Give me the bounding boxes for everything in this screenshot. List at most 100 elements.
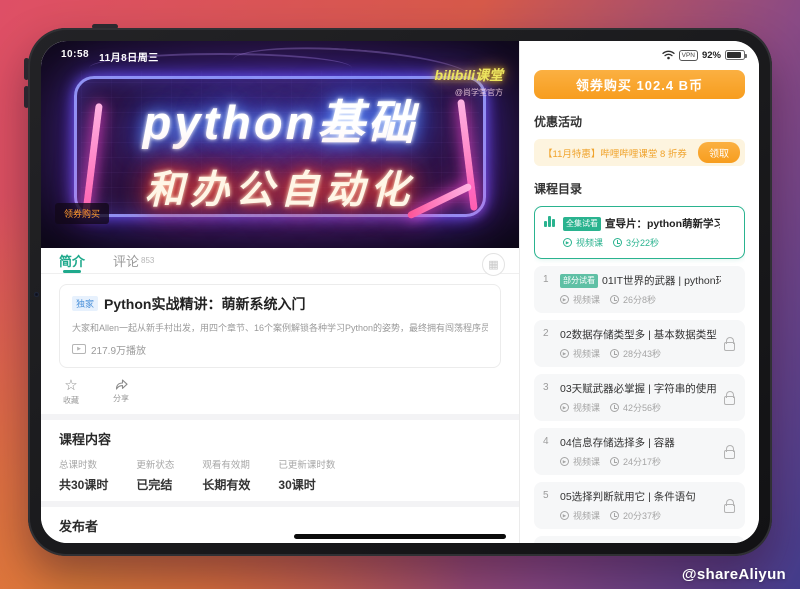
stat-total-lessons: 总课时数 共30课时 <box>59 457 108 493</box>
comments-count: 853 <box>141 256 154 265</box>
clock-icon <box>610 457 619 466</box>
lesson-index: 3 <box>543 381 554 414</box>
lesson-title: 03天赋武器必掌握 | 字符串的使用 <box>560 381 717 396</box>
buy-with-coupon-button[interactable]: 领券购买 102.4 B币 <box>534 70 745 99</box>
tablet-device: python基础 和办公自动化 10:58 11月8日周三 bilibili课堂… <box>28 28 772 556</box>
stat-value: 长期有效 <box>202 476 250 493</box>
stat-label: 总课时数 <box>59 457 108 471</box>
lesson-item[interactable]: 6 06重复工作必杀技 | 循环语句 ▶ 视频课 25分32秒 <box>534 536 745 543</box>
clock-icon <box>610 403 619 412</box>
stat-label: 观看有效期 <box>202 457 250 471</box>
lesson-main: 全集试看 宣导片：python萌新学习指南 ▶ 视频课 3分22秒 <box>563 216 720 249</box>
lock-icon <box>724 342 735 351</box>
lesson-item[interactable]: 3 03天赋武器必掌握 | 字符串的使用 ▶ 视频课 42分56秒 <box>534 374 745 421</box>
star-icon: ☆ <box>64 378 77 393</box>
lesson-item[interactable]: 1 部分试看 01IT世界的武器 | python环境搭建_第一个 ▶ 视频课 … <box>534 266 745 313</box>
bilibili-class-logo: bilibili课堂 @尚学堂官方 <box>435 65 503 98</box>
lesson-index: 5 <box>543 489 554 522</box>
stat-value: 已完结 <box>136 476 174 493</box>
lesson-meta: ▶ 视频课 3分22秒 <box>563 236 720 249</box>
battery-icon <box>725 50 745 60</box>
tab-comments-label: 评论 <box>113 251 139 270</box>
lesson-meta: ▶ 视频课 26分8秒 <box>560 293 721 306</box>
favorite-button[interactable]: ☆ 收藏 <box>63 378 79 406</box>
battery-percent: 92% <box>702 50 721 61</box>
stat-value: 共30课时 <box>59 476 108 493</box>
lesson-title: 05选择判断就用它 | 条件语句 <box>560 489 696 504</box>
video-player[interactable]: python基础 和办公自动化 10:58 11月8日周三 bilibili课堂… <box>41 41 519 248</box>
lesson-item[interactable]: 4 04信息存储选择多 | 容器 ▶ 视频课 24分17秒 <box>534 428 745 475</box>
lesson-item[interactable]: 5 05选择判断就用它 | 条件语句 ▶ 视频课 20分37秒 <box>534 482 745 529</box>
lesson-list: 全集试看 宣导片：python萌新学习指南 ▶ 视频课 3分22秒 1 部分试看… <box>534 206 745 543</box>
tab-intro-label: 简介 <box>59 251 85 270</box>
tablet-screen: python基础 和办公自动化 10:58 11月8日周三 bilibili课堂… <box>41 41 759 543</box>
wifi-icon <box>662 50 675 60</box>
status-bar-right: VPN 92% <box>534 48 745 62</box>
tab-comments[interactable]: 评论 853 <box>113 248 154 272</box>
lesson-index: 2 <box>543 327 554 360</box>
trial-badge: 部分试看 <box>560 274 598 288</box>
course-content-section: 课程内容 总课时数 共30课时 更新状态 已完结 观看有效期 长期有效 <box>41 420 519 501</box>
neon-title-line1: python基础 <box>143 84 418 153</box>
course-info-card: 独家 Python实战精讲：萌新系统入门 大家和Allen一起从新手村出发，用四… <box>59 284 501 368</box>
play-circle-icon: ▶ <box>560 349 569 358</box>
lesson-item[interactable]: 全集试看 宣导片：python萌新学习指南 ▶ 视频课 3分22秒 <box>534 206 745 259</box>
lesson-main: 04信息存储选择多 | 容器 ▶ 视频课 24分17秒 <box>560 435 721 468</box>
watermark: @shareAliyun <box>682 566 786 583</box>
lesson-main: 03天赋武器必掌握 | 字符串的使用 ▶ 视频课 42分56秒 <box>560 381 721 414</box>
lesson-duration: 42分56秒 <box>623 401 661 414</box>
claim-coupon-button[interactable]: 领取 <box>698 142 740 163</box>
lock-icon <box>724 504 735 513</box>
exclusive-badge: 独家 <box>72 296 98 311</box>
trial-badge: 全集试看 <box>563 217 601 231</box>
lesson-item[interactable]: 2 02数据存储类型多 | 基本数据类型 ▶ 视频课 28分43秒 <box>534 320 745 367</box>
share-label: 分享 <box>113 393 129 404</box>
main-column: python基础 和办公自动化 10:58 11月8日周三 bilibili课堂… <box>41 41 519 543</box>
status-date: 11月8日周三 <box>99 49 159 64</box>
play-count-row: ▶ 217.9万播放 <box>72 342 488 357</box>
lesson-main: 02数据存储类型多 | 基本数据类型 ▶ 视频课 28分43秒 <box>560 327 721 360</box>
front-camera <box>34 292 39 297</box>
home-indicator[interactable] <box>294 534 506 539</box>
lesson-type: 视频课 <box>573 401 600 414</box>
play-circle-icon: ▶ <box>560 457 569 466</box>
coupon-text: 【11月特惠】哔哩哔哩课堂 8 折券 <box>543 146 692 160</box>
clock-icon <box>610 295 619 304</box>
tab-intro[interactable]: 简介 <box>59 248 85 272</box>
logo-text: bilibili课堂 <box>435 65 503 85</box>
lesson-title: 02数据存储类型多 | 基本数据类型 <box>560 327 717 342</box>
course-stats: 总课时数 共30课时 更新状态 已完结 观看有效期 长期有效 已更新课时数 30… <box>59 457 501 493</box>
clock-icon <box>610 349 619 358</box>
course-content-heading: 课程内容 <box>59 429 501 448</box>
panel-widget-icon[interactable]: ▦ <box>482 253 505 276</box>
stat-validity: 观看有效期 长期有效 <box>202 457 250 493</box>
course-description: 大家和Allen一起从新手村出发，用四个章节、16个案例解锁各种学习Python… <box>72 321 488 334</box>
clock-time: 10:58 <box>61 49 89 64</box>
play-circle-icon: ▶ <box>560 511 569 520</box>
video-coupon-tag[interactable]: 领券购买 <box>55 203 109 224</box>
lock-icon <box>724 396 735 405</box>
purchase-sidebar: VPN 92% 领券购买 102.4 B币 优惠活动 【11月特惠】哔哩哔哩课堂… <box>519 41 759 543</box>
lesson-meta: ▶ 视频课 42分56秒 <box>560 401 721 414</box>
stat-updated-lessons: 已更新课时数 30课时 <box>278 457 335 493</box>
play-circle-icon: ▶ <box>560 295 569 304</box>
lesson-duration: 20分37秒 <box>623 509 661 522</box>
lesson-type: 视频课 <box>576 236 603 249</box>
lesson-duration: 26分8秒 <box>623 293 656 306</box>
lesson-index: 1 <box>543 273 554 306</box>
stat-label: 已更新课时数 <box>278 457 335 471</box>
play-circle-icon: ▶ <box>560 403 569 412</box>
lesson-main: 部分试看 01IT世界的武器 | python环境搭建_第一个 ▶ 视频课 26… <box>560 273 721 306</box>
catalog-heading: 课程目录 <box>534 180 745 197</box>
lesson-type: 视频课 <box>573 509 600 522</box>
lesson-type: 视频课 <box>573 455 600 468</box>
favorite-label: 收藏 <box>63 395 79 406</box>
lesson-meta: ▶ 视频课 20分37秒 <box>560 509 721 522</box>
clock-icon <box>613 238 622 247</box>
stat-update-status: 更新状态 已完结 <box>136 457 174 493</box>
lesson-main: 05选择判断就用它 | 条件语句 ▶ 视频课 20分37秒 <box>560 489 721 522</box>
promo-heading: 优惠活动 <box>534 113 745 130</box>
coupon-row: 【11月特惠】哔哩哔哩课堂 8 折券 领取 <box>534 139 745 166</box>
lesson-duration: 3分22秒 <box>626 236 659 249</box>
share-button[interactable]: 分享 <box>113 378 129 406</box>
